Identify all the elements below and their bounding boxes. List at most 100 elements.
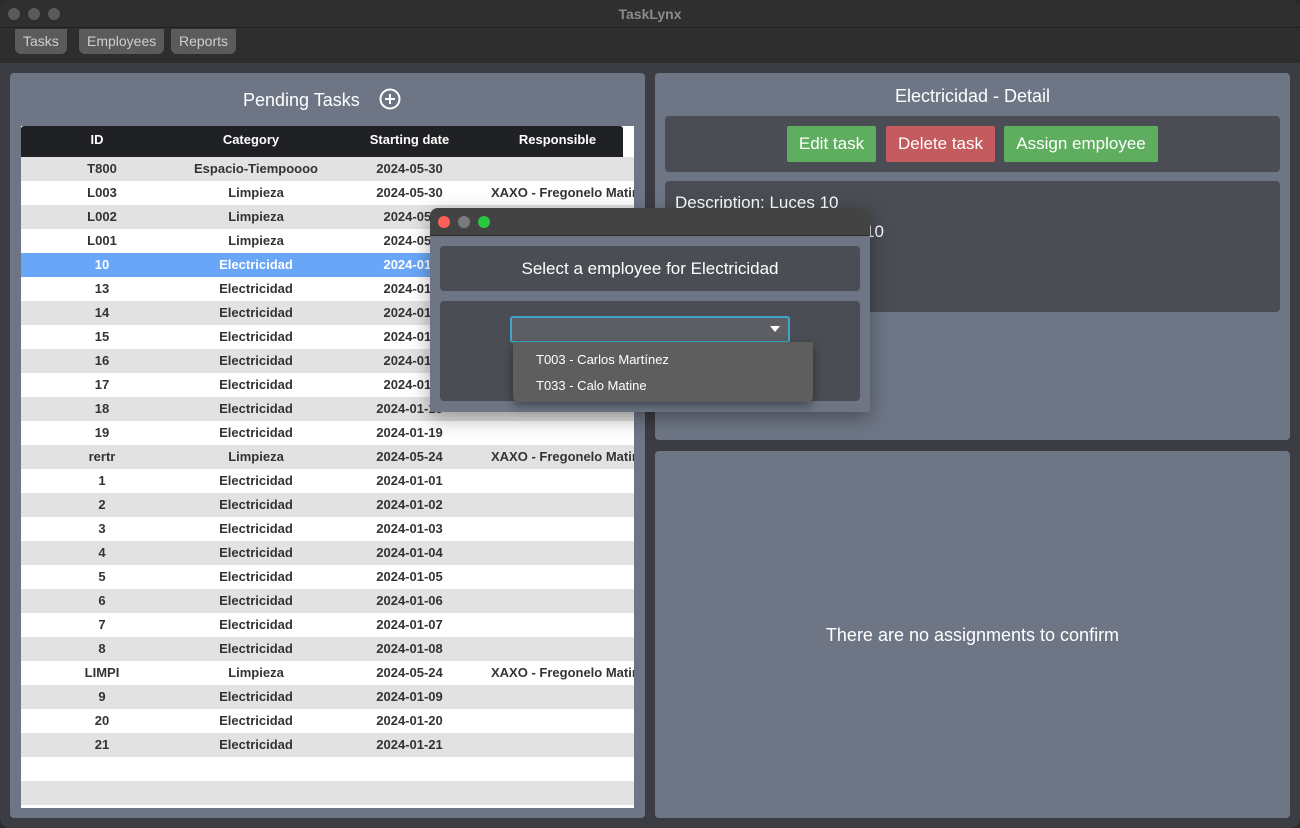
- detail-title: Electricidad - Detail: [894, 86, 1051, 106]
- cell-category: Electricidad: [219, 401, 293, 416]
- table-row[interactable]: 1 Electricidad 2024-01-01: [21, 469, 634, 493]
- table-row[interactable]: 19 Electricidad 2024-01-19: [21, 421, 634, 445]
- table-row[interactable]: 5 Electricidad 2024-01-05: [21, 565, 634, 589]
- cell-starting-date: 2024-05-30: [376, 185, 443, 200]
- cell-id: 21: [94, 737, 110, 752]
- cell-id: T800: [87, 161, 117, 176]
- cell-id: 13: [94, 281, 110, 296]
- cell-id: L001: [87, 233, 117, 248]
- cell-category: Electricidad: [219, 545, 293, 560]
- table-row[interactable]: 6 Electricidad 2024-01-06: [21, 589, 634, 613]
- employee-dropdown-list: T003 - Carlos Martínez T033 - Calo Matin…: [513, 342, 813, 402]
- cell-id: 15: [94, 329, 110, 344]
- cell-starting-date: 2024-05-24: [376, 665, 443, 680]
- cell-starting-date: 2024-01-21: [376, 737, 443, 752]
- menu-reports-button[interactable]: Reports: [171, 29, 237, 54]
- cell-starting-date: 2024-01-09: [376, 689, 443, 704]
- table-row[interactable]: 9 Electricidad 2024-01-09: [21, 685, 634, 709]
- table-row[interactable]: 8 Electricidad 2024-01-08: [21, 637, 634, 661]
- column-header-category[interactable]: Category: [171, 132, 331, 147]
- dialog-zoom-button[interactable]: [478, 216, 490, 228]
- cell-id: 7: [98, 617, 106, 632]
- menu-employees-button[interactable]: Employees: [79, 29, 165, 54]
- cell-id: 18: [94, 401, 110, 416]
- pending-tasks-panel: Pending Tasks ID Category Starting date …: [10, 73, 645, 818]
- dialog-header: Select a employee for Electricidad: [440, 246, 860, 291]
- cell-starting-date: 2024-05-30: [376, 161, 443, 176]
- cell-starting-date: 2024-01-07: [376, 617, 443, 632]
- table-row[interactable]: [21, 757, 634, 781]
- cell-category: Limpieza: [228, 449, 284, 464]
- column-header-starting-date[interactable]: Starting date: [341, 132, 478, 147]
- cell-responsible: XAXO - Fregonelo Matine: [491, 185, 634, 200]
- cell-starting-date: 2024-01-06: [376, 593, 443, 608]
- column-header-id[interactable]: ID: [21, 132, 173, 147]
- cell-starting-date: 2024-01-20: [376, 713, 443, 728]
- cell-category: Electricidad: [219, 473, 293, 488]
- table-row[interactable]: L003 Limpieza 2024-05-30 XAXO - Fregonelo M…: [21, 181, 634, 205]
- cell-id: 17: [94, 377, 110, 392]
- employee-option[interactable]: T033 - Calo Matine: [536, 378, 647, 393]
- column-header-responsible[interactable]: Responsible: [481, 132, 634, 147]
- table-row[interactable]: 3 Electricidad 2024-01-03: [21, 517, 634, 541]
- plus-circle-icon[interactable]: [379, 88, 401, 110]
- table-row[interactable]: 4 Electricidad 2024-01-04: [21, 541, 634, 565]
- cell-starting-date: 2024-01-08: [376, 641, 443, 656]
- cell-id: 8: [98, 641, 106, 656]
- cell-id: 10: [94, 257, 110, 272]
- cell-category: Electricidad: [219, 497, 293, 512]
- cell-category: Electricidad: [219, 521, 293, 536]
- cell-category: Limpieza: [228, 185, 284, 200]
- cell-category: Electricidad: [219, 713, 293, 728]
- pending-tasks-title: Pending Tasks: [243, 90, 360, 110]
- table-row[interactable]: rertr Limpieza 2024-05-24 XAXO - Fregonelo …: [21, 445, 634, 469]
- cell-id: L002: [87, 209, 117, 224]
- dialog-header-text: Select a employee for Electricidad: [521, 259, 779, 278]
- cell-category: Electricidad: [219, 257, 293, 272]
- cell-id: 6: [98, 593, 106, 608]
- cell-id: 5: [98, 569, 106, 584]
- cell-id: 4: [98, 545, 106, 560]
- table-header: ID Category Starting date Responsible: [21, 126, 623, 157]
- cell-starting-date: 2024-01-03: [376, 521, 443, 536]
- cell-category: Espacio-Tiempoooo: [194, 161, 318, 176]
- cell-starting-date: 2024-01-04: [376, 545, 443, 560]
- cell-id: 3: [98, 521, 106, 536]
- dialog-title-bar: [430, 208, 870, 236]
- window-title: TaskLynx: [618, 6, 682, 22]
- dialog-close-button[interactable]: [438, 216, 450, 228]
- table-row[interactable]: LIMPI Limpieza 2024-05-24 XAXO - Fregonelo …: [21, 661, 634, 685]
- cell-id: 19: [94, 425, 110, 440]
- cell-id: 1: [98, 473, 106, 488]
- main-content: Pending Tasks ID Category Starting date …: [0, 63, 1300, 828]
- table-row[interactable]: 20 Electricidad 2024-01-20: [21, 709, 634, 733]
- app-window: TaskLynx Tasks Employees Reports Pending…: [0, 0, 1300, 828]
- table-row[interactable]: [21, 781, 634, 805]
- employee-option[interactable]: T003 - Carlos Martínez: [536, 352, 669, 367]
- assign-employee-button[interactable]: Assign employee: [1004, 126, 1158, 162]
- table-row[interactable]: 2 Electricidad 2024-01-02: [21, 493, 634, 517]
- cell-category: Electricidad: [219, 305, 293, 320]
- table-row[interactable]: T800 Espacio-Tiempoooo 2024-05-30: [21, 157, 634, 181]
- cell-starting-date: 2024-01-05: [376, 569, 443, 584]
- cell-responsible: XAXO - Fregonelo Matine: [491, 665, 634, 680]
- employee-select[interactable]: [510, 316, 790, 343]
- cell-category: Limpieza: [228, 665, 284, 680]
- assignments-panel: There are no assignments to confirm: [655, 451, 1290, 818]
- cell-starting-date: 2024-01-02: [376, 497, 443, 512]
- edit-task-button[interactable]: Edit task: [787, 126, 876, 162]
- cell-category: Limpieza: [228, 209, 284, 224]
- cell-id: rertr: [88, 449, 116, 464]
- cell-starting-date: 2024-01-19: [376, 425, 443, 440]
- delete-task-button[interactable]: Delete task: [886, 126, 995, 162]
- menu-tasks-button[interactable]: Tasks: [15, 29, 67, 54]
- menu-bar: Tasks Employees Reports: [0, 29, 1300, 63]
- cell-id: 9: [98, 689, 106, 704]
- cell-id: L003: [87, 185, 117, 200]
- cell-category: Limpieza: [228, 233, 284, 248]
- dialog-minimize-button[interactable]: [458, 216, 470, 228]
- cell-category: Electricidad: [219, 377, 293, 392]
- cell-category: Electricidad: [219, 329, 293, 344]
- table-row[interactable]: 7 Electricidad 2024-01-07: [21, 613, 634, 637]
- table-row[interactable]: 21 Electricidad 2024-01-21: [21, 733, 634, 757]
